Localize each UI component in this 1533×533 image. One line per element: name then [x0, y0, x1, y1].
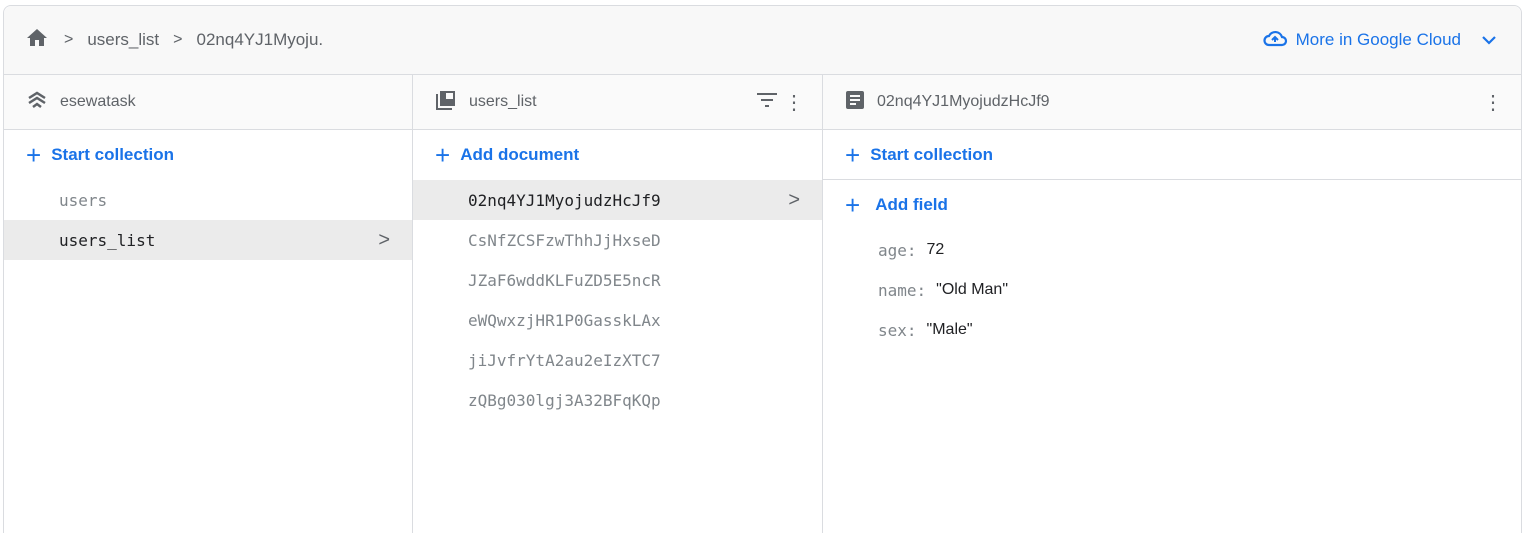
- collection-item-selected[interactable]: users_list >: [4, 220, 412, 260]
- cloud-link-label: More in Google Cloud: [1295, 30, 1461, 49]
- collection-item[interactable]: users: [4, 180, 412, 220]
- document-id: jiJvfrYtA2au2eIzXTC7: [468, 350, 661, 370]
- start-collection-label: Start collection: [870, 144, 993, 164]
- field-row[interactable]: name: "Old Man": [823, 270, 1521, 310]
- collection-name: users_list: [469, 93, 537, 110]
- document-item[interactable]: eWQwxzjHR1P0GasskLAx: [413, 300, 822, 340]
- field-value: 72: [926, 241, 945, 258]
- add-document-button[interactable]: + Add document: [413, 130, 822, 180]
- collection-column: users_list ⋮ + Add document 02nq4YJ1Myoju…: [413, 75, 823, 533]
- project-name: esewatask: [60, 93, 136, 110]
- document-id: 02nq4YJ1MyojudzHcJf9: [468, 190, 661, 210]
- add-field-button[interactable]: + Add field: [823, 180, 1521, 230]
- field-value: "Male": [926, 321, 973, 338]
- document-item[interactable]: jiJvfrYtA2au2eIzXTC7: [413, 340, 822, 380]
- document-icon: [845, 90, 865, 115]
- filter-icon[interactable]: [756, 92, 778, 113]
- document-id: zQBg030lgj3A32BFqKQp: [468, 390, 661, 410]
- collection-name: users: [59, 190, 108, 210]
- plus-icon: +: [26, 140, 42, 170]
- home-icon[interactable]: [24, 26, 50, 55]
- document-name: 02nq4YJ1MyojudzHcJf9: [877, 93, 1050, 110]
- chevron-right-icon: >: [378, 228, 390, 251]
- firestore-panel: > users_list > 02nq4YJ1Myoju. More in Go…: [3, 5, 1522, 533]
- breadcrumb: > users_list > 02nq4YJ1Myoju. More in Go…: [4, 6, 1521, 75]
- document-item[interactable]: CsNfZCSFzwThhJjHxseD: [413, 220, 822, 260]
- start-subcollection-button[interactable]: + Start collection: [823, 130, 1521, 180]
- start-collection-button[interactable]: + Start collection: [4, 130, 412, 180]
- document-id: CsNfZCSFzwThhJjHxseD: [468, 230, 661, 250]
- document-item-selected[interactable]: 02nq4YJ1MyojudzHcJf9 >: [413, 180, 822, 220]
- chevron-down-icon: [1481, 30, 1497, 50]
- field-key: age:: [878, 240, 917, 260]
- document-id: JZaF6wddKLFuZD5E5ncR: [468, 270, 661, 290]
- add-field-label: Add field: [875, 195, 948, 214]
- field-row[interactable]: sex: "Male": [823, 310, 1521, 350]
- firestore-icon: [26, 90, 48, 115]
- document-item[interactable]: JZaF6wddKLFuZD5E5ncR: [413, 260, 822, 300]
- add-document-label: Add document: [460, 145, 580, 164]
- field-row[interactable]: age: 72: [823, 230, 1521, 270]
- collection-name: users_list: [59, 230, 156, 250]
- breadcrumb-document[interactable]: 02nq4YJ1Myoju.: [197, 30, 324, 50]
- breadcrumb-collection[interactable]: users_list: [87, 30, 159, 50]
- document-column: 02nq4YJ1MyojudzHcJf9 ⋮ + Start collection…: [823, 75, 1521, 533]
- root-column: esewatask + Start collection users users_…: [4, 75, 413, 533]
- plus-icon: +: [845, 139, 861, 170]
- field-key: sex:: [878, 320, 917, 340]
- document-item[interactable]: zQBg030lgj3A32BFqKQp: [413, 380, 822, 420]
- more-in-google-cloud-button[interactable]: More in Google Cloud: [1262, 28, 1497, 53]
- chevron-right-icon: >: [173, 31, 183, 48]
- plus-icon: +: [845, 190, 861, 220]
- collection-icon: [435, 90, 457, 115]
- document-id: eWQwxzjHR1P0GasskLAx: [468, 310, 661, 330]
- start-collection-label: Start collection: [51, 145, 174, 164]
- more-vert-icon[interactable]: ⋮: [1483, 90, 1503, 115]
- more-vert-icon[interactable]: ⋮: [784, 90, 804, 115]
- plus-icon: +: [435, 140, 451, 170]
- cloud-icon: [1262, 28, 1288, 53]
- chevron-right-icon: >: [64, 31, 74, 48]
- field-key: name:: [878, 280, 927, 300]
- field-value: "Old Man": [936, 281, 1008, 298]
- chevron-right-icon: >: [788, 188, 800, 211]
